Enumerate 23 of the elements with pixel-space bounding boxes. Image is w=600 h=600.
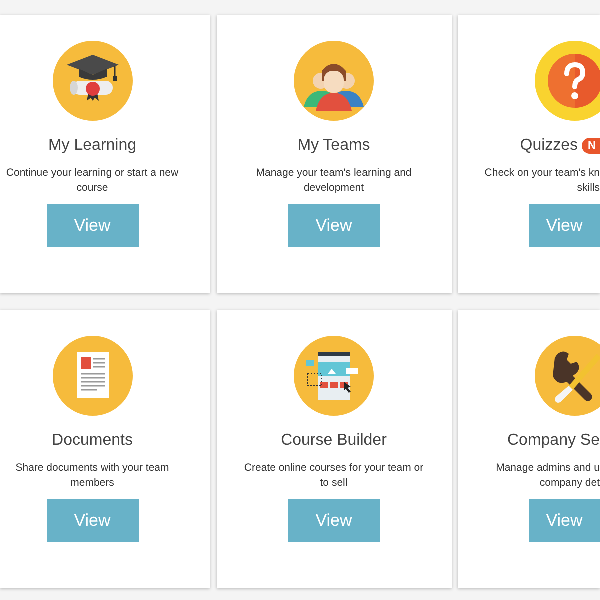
view-button[interactable]: View (529, 204, 600, 247)
view-button[interactable]: View (288, 204, 380, 247)
people-icon (294, 41, 374, 121)
new-badge: N (582, 138, 600, 154)
card-title: Course Builder (281, 432, 387, 450)
card-description: Check on your team's kn skills (484, 166, 600, 196)
view-button[interactable]: View (46, 204, 138, 247)
view-button[interactable]: View (529, 499, 600, 542)
card-description: Manage your team's learning and development (256, 166, 412, 196)
card-description: Share documents with your team members (16, 461, 170, 491)
card-description: Create online courses for your team or to sell (244, 461, 424, 491)
view-button[interactable]: View (288, 499, 380, 542)
card-description: Manage admins and u company det (496, 461, 600, 491)
card-title: Quizzes (520, 137, 578, 155)
web-layout-icon (294, 336, 374, 416)
graduation-cap-icon (52, 41, 132, 121)
card-title: Company Se (508, 432, 600, 450)
card-title: My Learning (48, 137, 137, 155)
document-icon (52, 336, 132, 416)
view-button[interactable]: View (46, 499, 138, 542)
card-title: Documents (52, 432, 133, 450)
card-description: Continue your learning or start a new course (6, 166, 179, 196)
card-title: My Teams (298, 137, 370, 155)
